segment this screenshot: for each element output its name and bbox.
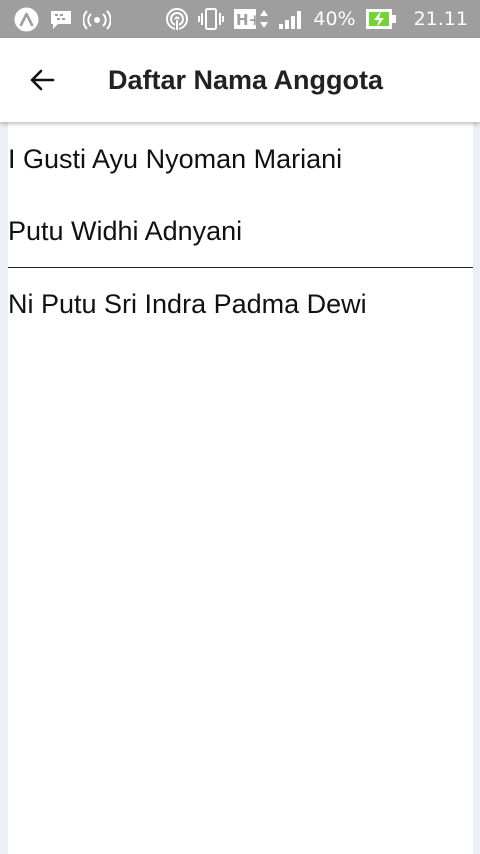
app-bar: Daftar Nama Anggota <box>0 38 480 122</box>
page-title: Daftar Nama Anggota <box>108 65 384 95</box>
list-item[interactable]: Putu Widhi Adnyani <box>8 195 473 267</box>
status-bar: H+ 40% 21.11 <box>0 0 480 38</box>
member-name: Ni Putu Sri Indra Padma Dewi <box>8 289 367 319</box>
list-item[interactable]: Ni Putu Sri Indra Padma Dewi <box>8 268 473 340</box>
battery-charging-icon <box>365 8 397 30</box>
battery-percent: 40% <box>313 8 356 30</box>
arrow-left-icon <box>29 69 55 91</box>
list-item[interactable]: I Gusti Ayu Nyoman Mariani <box>8 122 473 195</box>
member-list: I Gusti Ayu Nyoman Mariani Putu Widhi Ad… <box>8 122 473 854</box>
broadcast-icon <box>83 9 111 30</box>
back-button[interactable] <box>20 58 64 102</box>
app-logo-icon <box>14 7 39 32</box>
clock: 21.11 <box>413 8 468 30</box>
member-name: I Gusti Ayu Nyoman Mariani <box>8 143 343 174</box>
network-type-icon: H+ <box>233 8 269 30</box>
signal-icon <box>278 8 304 30</box>
svg-text:H+: H+ <box>236 11 257 29</box>
vibrate-icon <box>198 7 225 31</box>
member-name: Putu Widhi Adnyani <box>8 216 243 246</box>
bbm-icon <box>49 9 73 31</box>
hotspot-icon <box>165 7 189 31</box>
